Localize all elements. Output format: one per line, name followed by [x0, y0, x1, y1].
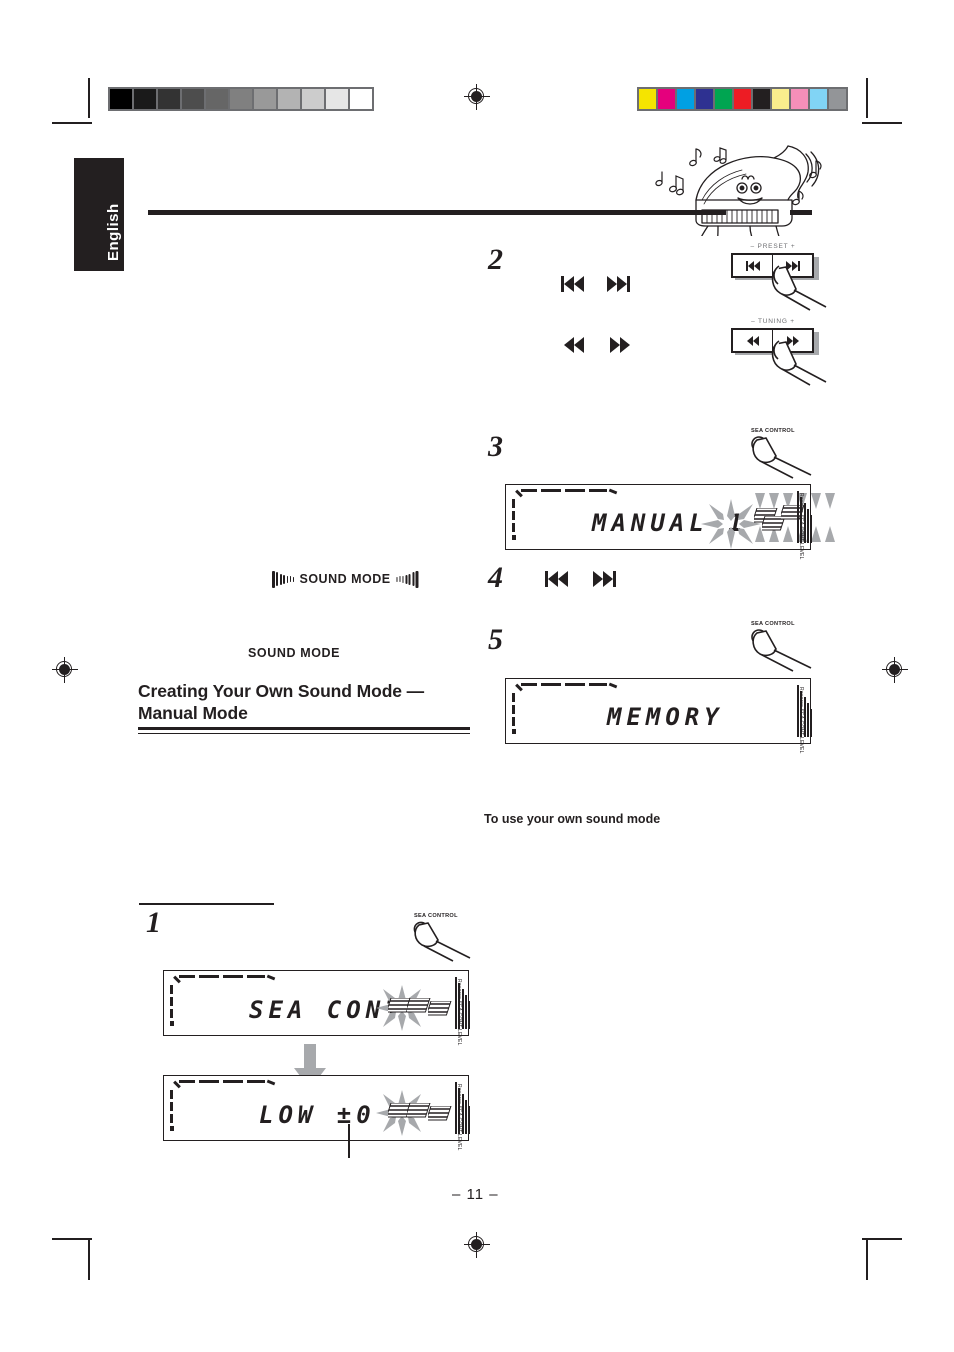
color-swatch	[810, 89, 827, 109]
gray-swatch	[158, 89, 180, 109]
registration-mark-left	[52, 657, 78, 683]
color-swatch	[772, 89, 789, 109]
step-number-3: 3	[488, 430, 503, 463]
callout-pointer-line	[348, 1124, 350, 1158]
gray-swatch	[182, 89, 204, 109]
crop-mark-top-left-vertical	[88, 78, 90, 118]
gray-swatch	[302, 89, 324, 109]
display-vertical-label: Reverse SEA CONT LEVEL	[456, 979, 462, 1046]
step1-top-rule	[139, 903, 274, 905]
color-swatch	[791, 89, 808, 109]
fast-forward-glyph-step2	[610, 337, 630, 353]
skip-back-glyph-step2	[561, 276, 584, 292]
sound-mode-button[interactable]: SOUND MODE	[272, 570, 419, 588]
sea-control-label-step3: SEA CONTROL	[751, 428, 795, 434]
registration-mark-right	[882, 657, 908, 683]
cartoon-grand-piano-illustration	[650, 128, 825, 256]
preset-keypad-caption: – PRESET +	[750, 243, 796, 250]
tuning-minus-button[interactable]	[733, 330, 772, 351]
gray-swatch	[254, 89, 276, 109]
grayscale-calibration-bar	[108, 87, 374, 111]
language-tab: English	[74, 158, 124, 271]
crop-mark-right-horizontal-top	[862, 122, 902, 124]
color-swatch	[677, 89, 694, 109]
crop-mark-right-horizontal-bottom	[862, 1238, 902, 1240]
color-swatch	[658, 89, 675, 109]
display-vertical-label: Reverse SEA CONT LEVEL	[798, 493, 804, 560]
sea-control-button-step1[interactable]: SEA CONTROL	[408, 913, 474, 962]
crop-mark-left-horizontal-bottom	[52, 1238, 92, 1240]
skip-forward-glyph-step4	[593, 571, 616, 587]
crop-mark-left-horizontal-top	[52, 122, 92, 124]
crop-mark-bottom-left-vertical	[88, 1240, 90, 1280]
step-number-1: 1	[146, 906, 161, 939]
color-swatch	[639, 89, 656, 109]
eq-block-3	[425, 1000, 454, 1021]
finger-pressing-preset-plus	[770, 263, 830, 311]
preset-minus-button[interactable]	[733, 255, 772, 276]
header-rule-right	[790, 210, 812, 215]
sound-wave-right-icon	[395, 570, 419, 588]
display-corner-bracket	[512, 682, 618, 734]
color-swatch	[753, 89, 770, 109]
crop-mark-top-right-vertical	[866, 78, 868, 118]
header-rule	[148, 210, 726, 215]
display-sea-cont: SEA CONT Reverse SEA CONT LEVEL	[163, 970, 471, 1046]
subsection-heading: To use your own sound mode	[484, 812, 661, 826]
section-heading: Creating Your Own Sound Mode — Manual Mo…	[138, 681, 425, 723]
sound-mode-caption: SOUND MODE	[248, 646, 341, 660]
display-text-low-level: LOW ±0	[259, 1101, 376, 1129]
crop-mark-bottom-right-vertical	[866, 1240, 868, 1280]
display-vertical-label: Reverse SEA CONT LEVEL	[456, 1084, 462, 1151]
display-memory: MEMORY Reverse SEA CONT LEVEL	[505, 678, 813, 754]
page-number: – 11 –	[452, 1186, 499, 1203]
gray-swatch	[134, 89, 156, 109]
sound-mode-button-label: SOUND MODE	[299, 572, 391, 586]
language-tab-label: English	[105, 203, 122, 261]
registration-mark-top	[464, 84, 490, 110]
color-swatch	[715, 89, 732, 109]
flashing-indicator-step3	[701, 499, 761, 549]
eq-block-3	[425, 1105, 454, 1126]
sea-control-button-step5[interactable]: SEA CONTROL	[745, 621, 815, 672]
finger-pressing-tuning-plus	[770, 338, 830, 386]
display-text-memory: MEMORY	[607, 703, 724, 731]
step-number-4: 4	[488, 561, 503, 594]
color-swatch	[829, 89, 846, 109]
sea-control-button-step3[interactable]: SEA CONTROL	[745, 428, 815, 479]
gray-swatch	[278, 89, 300, 109]
display-low-level: LOW ±0 Reverse SEA CONT LEVEL	[163, 1075, 471, 1151]
gray-swatch	[350, 89, 372, 109]
rewind-glyph-step2	[564, 337, 584, 353]
gray-swatch	[230, 89, 252, 109]
skip-forward-glyph-step2	[607, 276, 630, 292]
step-number-5: 5	[488, 623, 503, 656]
registration-mark-bottom	[464, 1232, 490, 1258]
section-heading-rule	[138, 727, 470, 730]
display-vertical-label: Reverse SEA CONT LEVEL	[798, 687, 804, 754]
sea-control-label-step1: SEA CONTROL	[414, 913, 458, 919]
step-number-2: 2	[488, 243, 503, 276]
skip-back-glyph-step4	[545, 571, 568, 587]
display-manual-1: MANUAL 1 Reverse SEA CONT LEVEL	[505, 484, 835, 560]
color-calibration-bar	[637, 87, 848, 111]
gray-swatch	[110, 89, 132, 109]
sound-wave-left-icon	[272, 570, 295, 588]
color-swatch	[696, 89, 713, 109]
section-heading-rule-thin	[138, 733, 470, 735]
gray-swatch	[326, 89, 348, 109]
sea-control-label-step5: SEA CONTROL	[751, 621, 795, 627]
tuning-keypad-caption: – TUNING +	[751, 318, 795, 325]
gray-swatch	[206, 89, 228, 109]
color-swatch	[734, 89, 751, 109]
